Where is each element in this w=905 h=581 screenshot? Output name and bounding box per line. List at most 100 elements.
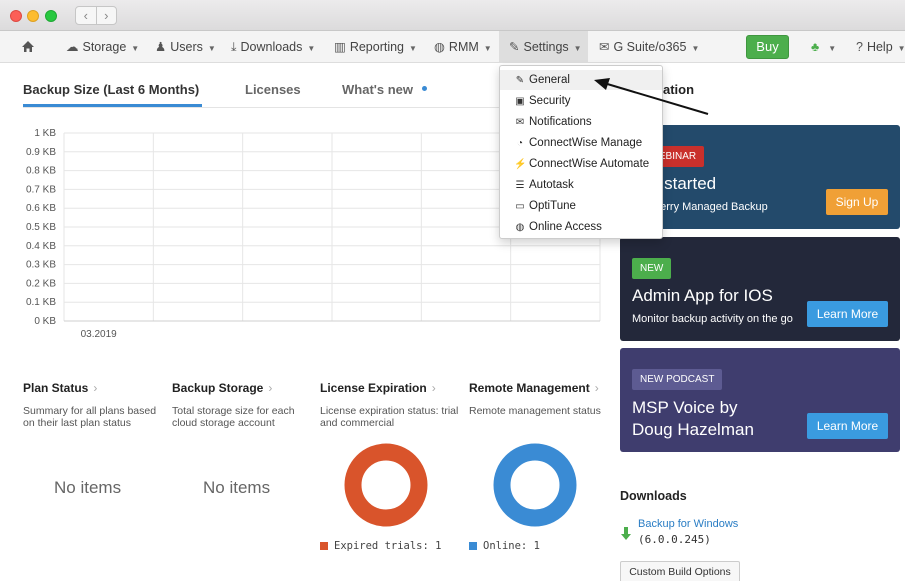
home-button[interactable]: [21, 31, 35, 63]
remote-legend-label: Online: 1: [483, 540, 540, 552]
help-menu[interactable]: ? Help ▼: [856, 31, 905, 63]
nav-reporting[interactable]: ▥ Reporting ▼: [334, 31, 417, 63]
new-badge: NEW: [632, 258, 672, 279]
tab-licenses[interactable]: Licenses: [245, 82, 301, 97]
nav-gsuite[interactable]: ✉ G Suite/o365 ▼: [599, 31, 699, 63]
plan-status-title-text: Plan Status: [23, 381, 89, 395]
menu-item-autotask[interactable]: ☰ Autotask: [500, 175, 662, 195]
chevron-right-icon: ›: [431, 381, 436, 395]
question-circle-icon: ?: [856, 40, 863, 54]
menu-item-autotask-label: Autotask: [529, 179, 574, 191]
zoom-window-button[interactable]: [45, 10, 57, 22]
license-expiration-title-text: License Expiration: [320, 381, 427, 395]
custom-build-options-button[interactable]: Custom Build Options: [620, 561, 740, 581]
license-legend-label: Expired trials: 1: [334, 540, 442, 552]
menu-item-optitune-label: OptiTune: [529, 200, 576, 212]
wrench-icon: ✎: [515, 75, 525, 86]
downloads-title: Downloads: [620, 489, 687, 503]
plug-icon: ⚡: [514, 159, 527, 170]
menu-item-connectwise-automate[interactable]: ⚡ ConnectWise Automate: [500, 154, 662, 174]
envelope-icon: ✉: [515, 117, 525, 128]
backup-version: (6.0.0.245): [638, 533, 711, 546]
nav-settings[interactable]: ✎ Settings ▼: [499, 31, 588, 63]
caret-down-icon: ▼: [828, 44, 837, 53]
menu-item-connectwise-automate-label: ConnectWise Automate: [529, 158, 650, 170]
learn-more-ios-button[interactable]: Learn More: [807, 301, 888, 327]
remote-legend: Online: 1: [469, 540, 540, 552]
y-tick-label: 0.8 KB: [26, 166, 56, 177]
backup-for-windows-link[interactable]: Backup for Windows: [638, 518, 738, 530]
podcast-heading: MSP Voice by Doug Hazelman: [632, 398, 754, 439]
menu-item-security[interactable]: ▣ Security: [500, 91, 662, 111]
close-window-button[interactable]: [10, 10, 22, 22]
nav-reporting-label: Reporting: [349, 40, 405, 54]
caret-down-icon: ▼: [483, 44, 492, 53]
license-expiration-donut[interactable]: [342, 441, 430, 529]
chevron-right-icon: ›: [594, 381, 599, 395]
y-tick-label: 0.2 KB: [26, 278, 56, 289]
remote-management-title[interactable]: Remote Management ›: [469, 381, 599, 395]
license-expiration-title[interactable]: License Expiration ›: [320, 381, 436, 395]
history-nav: ‹ ›: [75, 6, 117, 25]
forward-button[interactable]: ›: [97, 7, 117, 24]
monitor-icon: ▭: [515, 201, 525, 212]
menu-item-online-access-label: Online Access: [529, 221, 602, 233]
plan-status-desc: Summary for all plans based on their las…: [23, 405, 157, 429]
license-legend: Expired trials: 1: [320, 540, 441, 552]
y-tick-label: 0.7 KB: [26, 184, 56, 195]
minimize-window-button[interactable]: [27, 10, 39, 22]
menu-item-notifications-label: Notifications: [529, 116, 592, 128]
legend-swatch: [320, 542, 328, 550]
back-button[interactable]: ‹: [76, 7, 97, 24]
license-expiration-desc: License expiration status: trial and com…: [320, 405, 459, 429]
menu-item-security-label: Security: [529, 95, 571, 107]
menu-item-general-label: General: [529, 74, 570, 86]
nav-settings-label: Settings: [523, 40, 569, 54]
tab-backup-size[interactable]: Backup Size (Last 6 Months): [23, 82, 199, 97]
x-tick-label: 03.2019: [81, 329, 118, 340]
globe-icon: ◍: [434, 40, 445, 54]
nav-storage-label: Storage: [82, 40, 127, 54]
y-tick-label: 0.6 KB: [26, 203, 56, 214]
nav-storage[interactable]: ☁ Storage ▼: [66, 31, 139, 63]
menu-item-notifications[interactable]: ✉ Notifications: [500, 112, 662, 132]
chevron-right-icon: ›: [93, 381, 98, 395]
caret-down-icon: ▼: [131, 44, 140, 53]
remote-management-donut[interactable]: [491, 441, 579, 529]
tab-whats-new[interactable]: What's new: [342, 82, 413, 97]
nav-downloads-label: Downloads: [240, 40, 303, 54]
menu-item-online-access[interactable]: ◍ Online Access: [500, 217, 662, 237]
nav-gsuite-label: G Suite/o365: [613, 40, 687, 54]
sign-up-button[interactable]: Sign Up: [826, 189, 888, 215]
list-icon: ☰: [515, 180, 525, 191]
buy-button[interactable]: Buy: [746, 35, 789, 59]
plan-status-title[interactable]: Plan Status ›: [23, 381, 97, 395]
bar-chart-icon: ▥: [334, 40, 346, 54]
menu-item-optitune[interactable]: ▭ OptiTune: [500, 196, 662, 216]
y-tick-label: 0 KB: [34, 316, 56, 327]
rss-icon: ◔: [516, 138, 524, 149]
caret-down-icon: ▼: [409, 44, 417, 53]
menu-item-connectwise-manage[interactable]: ◔ ConnectWise Manage: [500, 133, 662, 153]
nav-downloads[interactable]: ⤓ Downloads ▼: [231, 31, 315, 63]
nav-users-label: Users: [170, 40, 203, 54]
nav-users[interactable]: ♟ Users ▼: [155, 31, 216, 63]
caret-down-icon: ▼: [207, 44, 216, 53]
caret-down-icon: ▼: [573, 44, 582, 53]
account-menu[interactable]: ♣ ▼: [811, 31, 836, 63]
chevron-right-icon: ›: [268, 381, 273, 395]
right-column-title: ation: [663, 82, 695, 97]
menu-item-general[interactable]: ✎ General: [500, 70, 662, 90]
y-tick-label: 0.3 KB: [26, 260, 56, 271]
learn-more-podcast-button[interactable]: Learn More: [807, 413, 888, 439]
ios-heading: Admin App for IOS: [632, 286, 773, 305]
legend-swatch: [469, 542, 477, 550]
y-tick-label: 0.9 KB: [26, 147, 56, 158]
user-avatar-icon: ♣: [811, 40, 820, 54]
ios-sub: Monitor backup activity on the go: [632, 313, 793, 325]
window-titlebar: ‹ ›: [0, 0, 905, 31]
backup-storage-title[interactable]: Backup Storage ›: [172, 381, 272, 395]
settings-dropdown-menu: ✎ General ▣ Security ✉ Notifications ◔ Conne…: [499, 65, 663, 239]
nav-rmm[interactable]: ◍ RMM ▼: [434, 31, 492, 63]
promo-card-podcast: NEW PODCAST MSP Voice by Doug Hazelman L…: [620, 348, 900, 452]
